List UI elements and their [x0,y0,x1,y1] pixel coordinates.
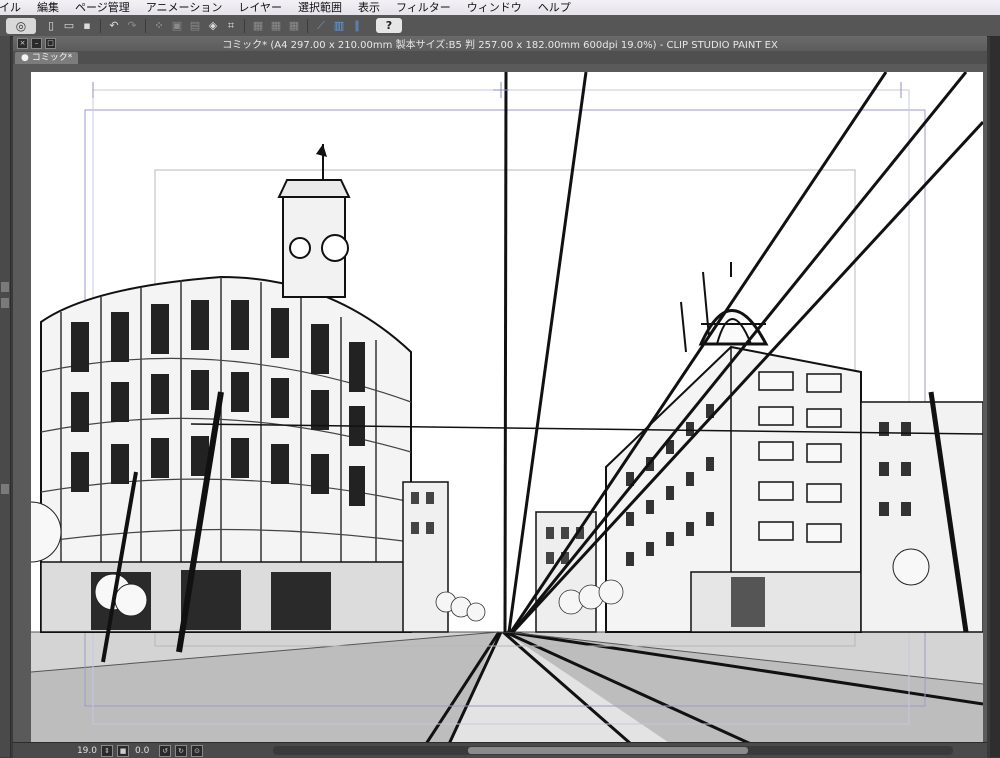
layer-icon[interactable]: ▤ [188,19,202,33]
rotate-right-icon[interactable]: ↻ [175,744,187,757]
document-titlebar: × – □ コミック* (A4 297.00 x 210.00mm 製本サイズ:… [13,36,987,51]
disabled-tool-icon[interactable]: ▦ [251,19,265,33]
document-tabs: ● コミック* [13,51,987,64]
save-icon[interactable]: ▪ [80,19,94,33]
street-illustration [31,72,983,744]
disabled-tool-icon[interactable]: ▦ [287,19,301,33]
undo-icon[interactable]: ↶ [107,19,121,33]
tab-label: コミック* [31,53,73,63]
horizontal-scrollbar[interactable] [273,746,953,755]
document-title: コミック* (A4 297.00 x 210.00mm 製本サイズ:B5 判 2… [222,40,778,51]
redo-icon[interactable]: ↷ [125,19,139,33]
right-panel-edge [990,36,1000,757]
app-icon[interactable]: ◎ [6,17,36,34]
fill-icon[interactable]: ◈ [206,19,220,33]
snap-grid-icon[interactable]: ▥ [332,19,346,33]
toolbar-separator [244,18,245,33]
menu-item[interactable]: 選択範囲 [290,0,350,15]
transform-icon[interactable]: ▣ [170,19,184,33]
menubar: イル 編集 ページ管理 アニメーション レイヤー 選択範囲 表示 フィルター ウィンドウ ヘルプ [0,0,1000,15]
status-bar: 19.0 ⇕ ■ 0.0 ↺ ↻ ⊙ [13,742,987,758]
panel-handle[interactable] [1,282,9,292]
canvas-paper[interactable] [31,72,983,744]
selection-icon[interactable]: ⁘ [152,19,166,33]
zoom-value[interactable]: 19.0 [67,746,97,756]
crop-icon[interactable]: ⌗ [224,19,238,33]
scrollbar-thumb[interactable] [468,747,748,754]
reset-rotation-icon[interactable]: ⊙ [191,744,203,757]
help-button[interactable]: ? [376,18,402,33]
menu-item[interactable]: アニメーション [138,0,231,15]
fit-icon[interactable]: ■ [117,744,129,757]
window-controls: × – □ [17,38,59,49]
rotate-left-icon[interactable]: ↺ [159,744,171,757]
zoom-stepper-icon[interactable]: ⇕ [101,744,113,757]
rotation-value[interactable]: 0.0 [135,746,155,756]
disabled-tool-icon[interactable]: ▦ [269,19,283,33]
maximize-window-icon[interactable]: □ [45,38,56,49]
command-bar: ◎ ▯ ▭ ▪ ↶ ↷ ⁘ ▣ ▤ ◈ ⌗ ▦ ▦ ▦ ⟋ ▥ ∥ ? [0,15,1000,37]
menu-item[interactable]: 表示 [350,0,388,15]
snap-special-ruler-icon[interactable]: ∥ [350,19,364,33]
panel-handle[interactable] [1,484,9,494]
tab-comic[interactable]: ● コミック* [15,52,79,64]
menu-item[interactable]: フィルター [388,0,459,15]
menu-item[interactable]: レイヤー [230,0,290,15]
document-window: × – □ コミック* (A4 297.00 x 210.00mm 製本サイズ:… [13,36,987,758]
menu-item[interactable]: ページ管理 [67,0,138,15]
menu-item[interactable]: イル [0,0,29,15]
toolbar-separator [100,18,101,33]
toolbar-separator [307,18,308,33]
menu-item[interactable]: ウィンドウ [459,0,530,15]
toolbar-separator [145,18,146,33]
canvas-area[interactable] [13,64,987,744]
menu-item[interactable]: ヘルプ [530,0,579,15]
close-window-icon[interactable]: × [17,38,28,49]
minimize-window-icon[interactable]: – [31,38,42,49]
panel-handle[interactable] [1,298,9,308]
open-file-icon[interactable]: ▭ [62,19,76,33]
left-panel-edge [0,36,11,757]
menu-item[interactable]: 編集 [29,0,67,15]
new-file-icon[interactable]: ▯ [44,19,58,33]
snap-ruler-icon[interactable]: ⟋ [314,19,328,33]
